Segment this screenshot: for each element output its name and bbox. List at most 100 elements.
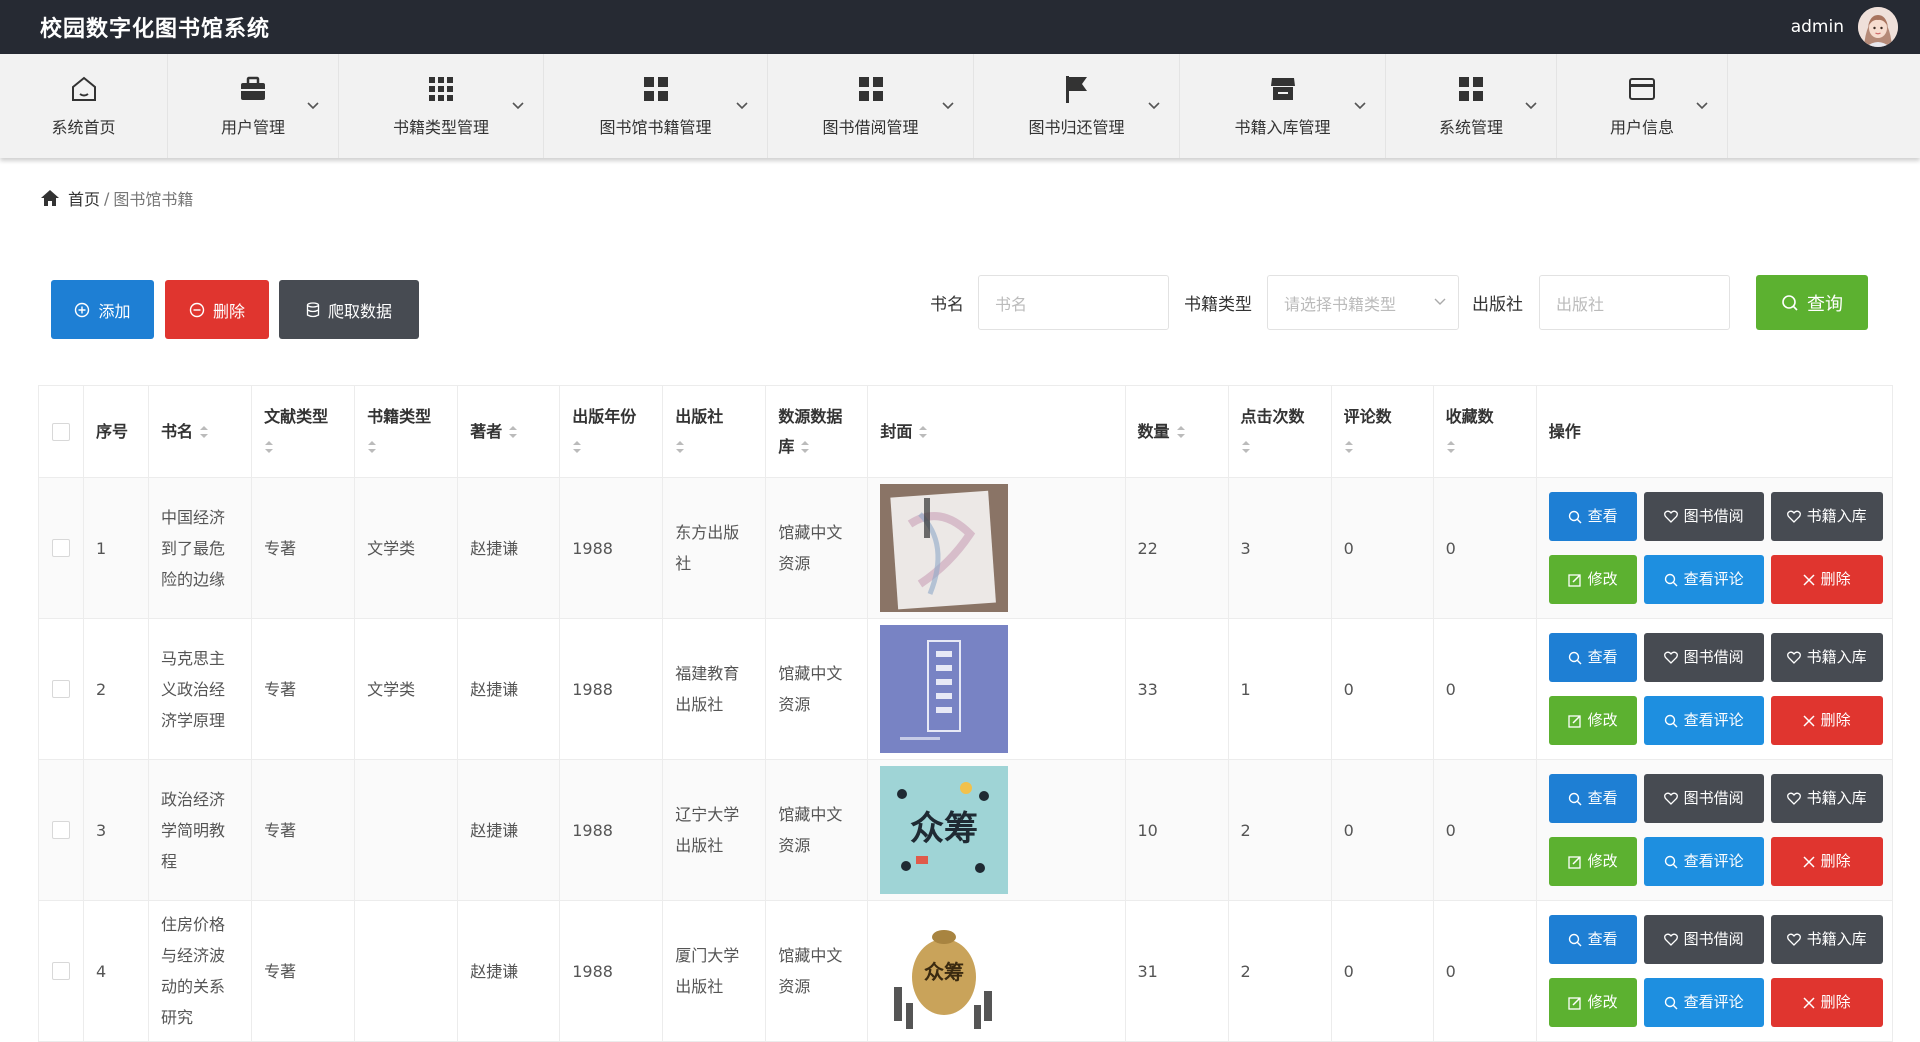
- row-checkbox[interactable]: [52, 821, 70, 839]
- header-author[interactable]: 著者: [457, 385, 561, 478]
- view-button[interactable]: 查看: [1548, 492, 1637, 541]
- header-label: 数量: [1137, 421, 1170, 441]
- sort-icon[interactable]: [367, 440, 377, 454]
- nav-item-return[interactable]: 图书归还管理: [974, 54, 1180, 158]
- home-icon: [41, 190, 59, 206]
- crawl-data-button[interactable]: 爬取数据: [279, 280, 419, 339]
- user-area[interactable]: admin: [1791, 7, 1898, 47]
- query-button[interactable]: 查询: [1756, 275, 1868, 330]
- view-comments-button[interactable]: 查看评论: [1643, 978, 1764, 1027]
- cell-cover: [867, 477, 1126, 619]
- header-year[interactable]: 出版年份: [559, 385, 664, 478]
- sort-icon[interactable]: [675, 440, 685, 454]
- batch-delete-button[interactable]: 删除: [165, 280, 269, 339]
- cell-select: [37, 477, 85, 619]
- edit-button[interactable]: 修改: [1548, 555, 1637, 604]
- header-favorites[interactable]: 收藏数: [1432, 385, 1537, 478]
- cell-publisher: 福建教育出版社: [662, 618, 767, 760]
- stock-in-button[interactable]: 书籍入库: [1770, 915, 1883, 964]
- book-name-label: 书名: [930, 295, 964, 315]
- view-button[interactable]: 查看: [1548, 633, 1637, 682]
- view-button[interactable]: 查看: [1548, 915, 1637, 964]
- add-button[interactable]: 添加: [51, 280, 154, 339]
- delete-button[interactable]: 删除: [1770, 696, 1883, 745]
- nav-item-stock-in[interactable]: 书籍入库管理: [1180, 54, 1386, 158]
- book-name-input[interactable]: 书名: [978, 275, 1169, 330]
- edit-button[interactable]: 修改: [1548, 837, 1637, 886]
- search-icon: [1664, 573, 1678, 586]
- cell-name: 住房价格与经济波动的关系研究: [148, 900, 253, 1042]
- select-all-checkbox[interactable]: [52, 422, 70, 441]
- stock-in-button[interactable]: 书籍入库: [1770, 492, 1883, 541]
- nav-item-library-books[interactable]: 图书馆书籍管理: [544, 54, 768, 158]
- view-button[interactable]: 查看: [1548, 774, 1637, 823]
- borrow-button[interactable]: 图书借阅: [1643, 915, 1764, 964]
- header-book-type[interactable]: 书籍类型: [354, 385, 459, 478]
- nav-item-book-types[interactable]: 书籍类型管理: [339, 54, 544, 158]
- sort-icon[interactable]: [199, 425, 209, 439]
- sort-icon[interactable]: [800, 440, 810, 454]
- username[interactable]: admin: [1791, 17, 1844, 37]
- nav-item-borrow[interactable]: 图书借阅管理: [768, 54, 974, 158]
- nav-item-user-info[interactable]: 用户信息: [1557, 54, 1728, 158]
- header-publisher[interactable]: 出版社: [662, 385, 767, 478]
- cell-comments: 0: [1330, 477, 1434, 619]
- header-quantity[interactable]: 数量: [1124, 385, 1229, 478]
- nav-item-system[interactable]: 系统管理: [1386, 54, 1557, 158]
- edit-button[interactable]: 修改: [1548, 696, 1637, 745]
- header-doc-type[interactable]: 文献类型: [251, 385, 356, 478]
- publisher-input[interactable]: 出版社: [1539, 275, 1730, 330]
- svg-text:众筹: 众筹: [910, 809, 978, 849]
- book-type-label: 书籍类型: [1184, 295, 1252, 315]
- stock-in-button[interactable]: 书籍入库: [1770, 774, 1883, 823]
- row-checkbox[interactable]: [52, 680, 70, 698]
- header-comments[interactable]: 评论数: [1330, 385, 1434, 478]
- view-comments-button[interactable]: 查看评论: [1643, 696, 1764, 745]
- row-checkbox[interactable]: [52, 539, 70, 557]
- search-icon: [1568, 792, 1582, 805]
- nav-item-home[interactable]: 系统首页: [0, 54, 168, 158]
- delete-button[interactable]: 删除: [1770, 837, 1883, 886]
- sort-icon[interactable]: [508, 425, 518, 439]
- nav-item-users[interactable]: 用户管理: [168, 54, 339, 158]
- book-cover-image[interactable]: 众筹: [880, 907, 1112, 1035]
- table-row: 3 政治经济学简明教程 专著 赵捷谦 1988 辽宁大学出版社 馆藏中文资源 众…: [37, 759, 1894, 901]
- edit-button[interactable]: 修改: [1548, 978, 1637, 1027]
- header-name[interactable]: 书名: [148, 385, 253, 478]
- nav-label: 图书归还管理: [1028, 118, 1125, 137]
- view-label: 查看: [1587, 930, 1618, 948]
- borrow-button[interactable]: 图书借阅: [1643, 633, 1764, 682]
- borrow-button[interactable]: 图书借阅: [1643, 492, 1764, 541]
- sort-icon[interactable]: [572, 440, 582, 454]
- cell-favorites: 0: [1432, 759, 1537, 901]
- header-cover[interactable]: 封面: [867, 385, 1126, 478]
- book-cover-image[interactable]: [880, 484, 1112, 612]
- sort-icon[interactable]: [1176, 425, 1186, 439]
- cell-index: 2: [83, 618, 150, 760]
- sort-icon[interactable]: [1446, 440, 1456, 454]
- borrow-button[interactable]: 图书借阅: [1643, 774, 1764, 823]
- cell-name: 马克思主义政治经济学原理: [148, 618, 253, 760]
- view-comments-button[interactable]: 查看评论: [1643, 555, 1764, 604]
- batch-delete-label: 删除: [212, 301, 245, 321]
- edit-icon: [1568, 996, 1581, 1010]
- book-type-select[interactable]: 请选择书籍类型: [1267, 275, 1459, 330]
- sort-icon[interactable]: [264, 440, 274, 454]
- header-source[interactable]: 数源数据库: [765, 385, 869, 478]
- delete-button[interactable]: 删除: [1770, 978, 1883, 1027]
- book-cover-image[interactable]: [880, 625, 1112, 753]
- header-clicks[interactable]: 点击次数: [1227, 385, 1332, 478]
- sort-icon[interactable]: [1344, 440, 1354, 454]
- view-comments-button[interactable]: 查看评论: [1643, 837, 1764, 886]
- grid-icon: [426, 74, 456, 104]
- book-cover-image[interactable]: 众筹: [880, 766, 1112, 894]
- breadcrumb-home[interactable]: 首页: [68, 186, 100, 210]
- header-actions: 操作: [1535, 385, 1894, 478]
- sort-icon[interactable]: [918, 425, 928, 439]
- row-checkbox[interactable]: [52, 962, 70, 980]
- delete-button[interactable]: 删除: [1770, 555, 1883, 604]
- stock-in-button[interactable]: 书籍入库: [1770, 633, 1883, 682]
- sort-icon[interactable]: [1241, 440, 1251, 454]
- avatar[interactable]: [1858, 7, 1898, 47]
- database-icon: [306, 301, 320, 317]
